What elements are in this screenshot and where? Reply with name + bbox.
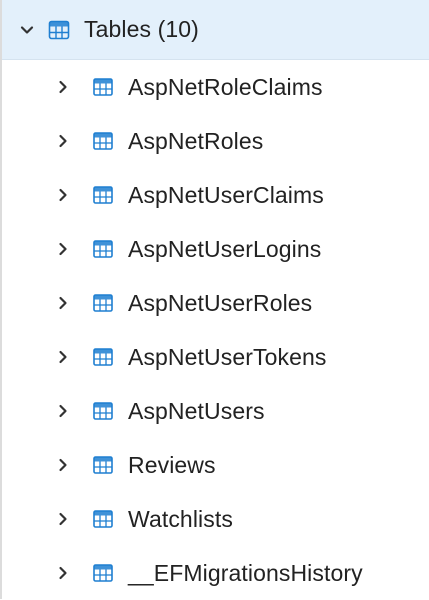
tree-item-aspnetusertokens[interactable]: AspNetUserTokens <box>2 330 429 384</box>
tree-item-aspnetroleclaims[interactable]: AspNetRoleClaims <box>2 60 429 114</box>
chevron-down-icon[interactable] <box>16 19 38 41</box>
chevron-right-icon[interactable] <box>52 184 74 206</box>
tree-item-label: AspNetUserRoles <box>128 289 313 316</box>
tree-item-aspnetuserlogins[interactable]: AspNetUserLogins <box>2 222 429 276</box>
tree-item-aspnetuserroles[interactable]: AspNetUserRoles <box>2 276 429 330</box>
table-icon <box>92 77 114 97</box>
tree-item-aspnetusers[interactable]: AspNetUsers <box>2 384 429 438</box>
chevron-right-icon[interactable] <box>52 508 74 530</box>
table-icon <box>92 347 114 367</box>
tree-item-label: AspNetUsers <box>128 397 265 424</box>
tree-item-label: AspNetUserClaims <box>128 181 324 208</box>
tree-item-efmigrationshistory[interactable]: __EFMigrationsHistory <box>2 546 429 600</box>
chevron-right-icon[interactable] <box>52 562 74 584</box>
tree-item-label: AspNetRoleClaims <box>128 73 323 100</box>
tree-node-label: Tables (10) <box>84 16 199 42</box>
tree-item-label: __EFMigrationsHistory <box>128 559 363 586</box>
table-icon <box>92 401 114 421</box>
chevron-right-icon[interactable] <box>52 454 74 476</box>
tree-item-reviews[interactable]: Reviews <box>2 438 429 492</box>
tree-node-tables[interactable]: Tables (10) <box>2 0 429 60</box>
tree-item-aspnetuserclaims[interactable]: AspNetUserClaims <box>2 168 429 222</box>
tree-item-label: Watchlists <box>128 505 233 532</box>
chevron-right-icon[interactable] <box>52 130 74 152</box>
tree-item-label: Reviews <box>128 451 216 478</box>
chevron-right-icon[interactable] <box>52 238 74 260</box>
table-icon <box>92 239 114 259</box>
chevron-right-icon[interactable] <box>52 292 74 314</box>
table-icon <box>92 293 114 313</box>
chevron-right-icon[interactable] <box>52 400 74 422</box>
table-icon <box>92 455 114 475</box>
table-icon <box>92 185 114 205</box>
chevron-right-icon[interactable] <box>52 346 74 368</box>
tree-item-label: AspNetUserTokens <box>128 343 327 370</box>
chevron-right-icon[interactable] <box>52 76 74 98</box>
table-icon <box>92 509 114 529</box>
tree-item-label: AspNetRoles <box>128 127 264 154</box>
tree-item-watchlists[interactable]: Watchlists <box>2 492 429 546</box>
table-icon <box>92 131 114 151</box>
object-tree: Tables (10) AspNetRoleClaims AspNetRoles… <box>2 0 429 600</box>
tree-item-label: AspNetUserLogins <box>128 235 322 262</box>
table-icon <box>92 563 114 583</box>
tree-item-aspnetroles[interactable]: AspNetRoles <box>2 114 429 168</box>
tables-icon <box>48 20 70 40</box>
